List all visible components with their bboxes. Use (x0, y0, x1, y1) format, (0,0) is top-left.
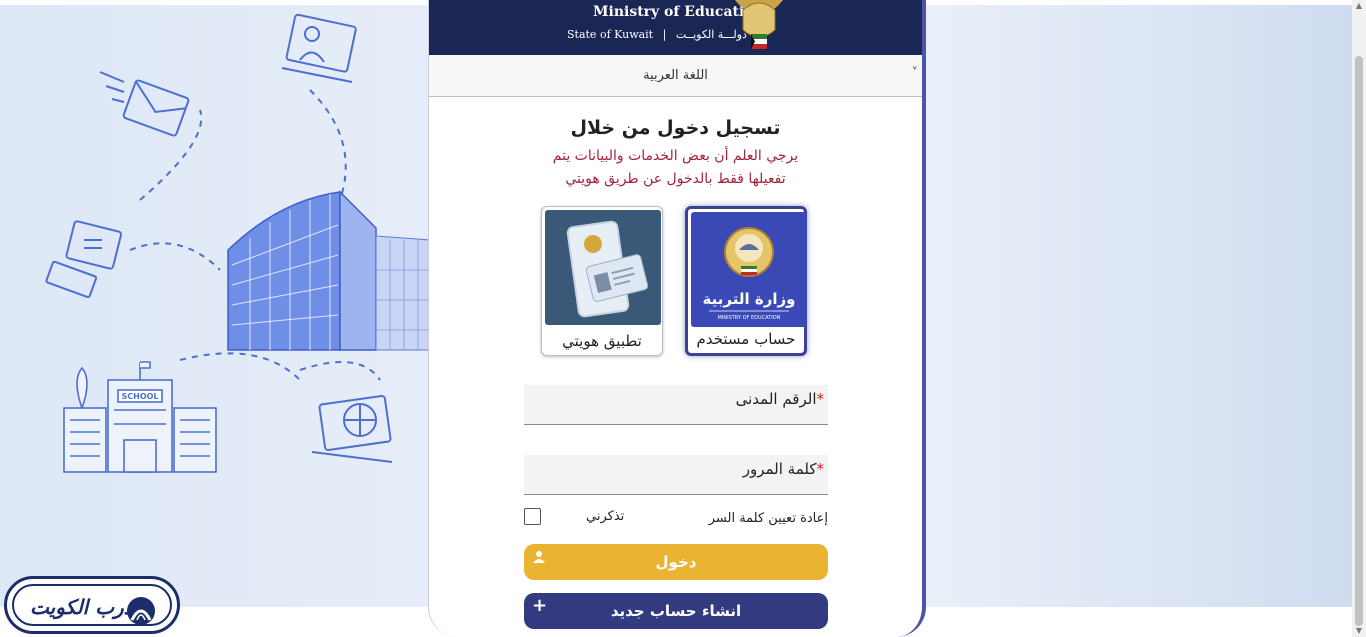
plus-icon: + (532, 595, 548, 616)
page-scrollbar[interactable]: ▲ ▼ (1352, 0, 1366, 637)
login-card: Ministry of Education State of Kuwait | … (428, 0, 926, 637)
auxiliary-row: إعادة تعيين كلمة السر تذكرني (524, 508, 828, 530)
school-sign: SCHOOL (121, 392, 158, 401)
ministry-logo-icon: وزارة التربية MINISTRY OF EDUCATION (691, 212, 807, 327)
reset-password-link[interactable]: إعادة تعيين كلمة السر (709, 511, 828, 526)
password-field[interactable]: *كلمة المرور (524, 455, 828, 495)
globe-laptop-icon (311, 395, 393, 463)
login-button-label: دخول (655, 553, 697, 571)
option-label: تطبيق هويتي (562, 332, 642, 350)
notice-line-2: تفعيلها فقط بالدخول عن طريق هويتي (565, 171, 786, 187)
school-building (63, 361, 217, 473)
option-user-account[interactable]: وزارة التربية MINISTRY OF EDUCATION حساب… (685, 206, 807, 356)
login-method-options: تطبيق هويتي وزارة التربية MINISTRY OF ED… (541, 206, 811, 356)
scroll-up-icon[interactable]: ▲ (1355, 2, 1363, 10)
remember-me-label: تذكرني (586, 509, 625, 524)
user-icon (533, 551, 545, 563)
brand-ar: وزارة التربية (703, 290, 796, 308)
remember-me[interactable]: تذكرني (524, 508, 624, 525)
computer-icon (45, 220, 123, 299)
register-button[interactable]: + انشاء حساب جديد (524, 593, 828, 629)
kuwait-emblem-icon (735, 0, 783, 49)
login-title: تسجيل دخول من خلال (570, 117, 781, 139)
remember-me-checkbox[interactable] (524, 508, 541, 525)
darb-alkuwait-logo: درب الكويت (4, 576, 180, 634)
scrollbar-thumb[interactable] (1355, 56, 1363, 626)
password-input[interactable] (524, 455, 828, 494)
option-label: حساب مستخدم (696, 330, 796, 348)
civil-id-input[interactable] (524, 385, 828, 424)
language-label: اللغة العربية (643, 68, 708, 83)
register-button-label: انشاء حساب جديد (610, 602, 742, 620)
state-en: State of Kuwait (567, 28, 654, 41)
notice-line-1: يرجي العلم أن بعض الخدمات والبيانات يتم (552, 148, 799, 164)
road-icon (127, 597, 155, 625)
education-illustration: SCHOOL (45, 13, 431, 473)
ministry-building (227, 190, 431, 351)
login-button[interactable]: دخول (524, 544, 828, 580)
logo-text: درب الكويت (30, 595, 133, 619)
scroll-down-icon[interactable]: ▼ (1355, 627, 1363, 635)
envelope-icon (99, 71, 190, 137)
ministry-header: Ministry of Education State of Kuwait | … (429, 0, 922, 55)
hawiyati-app-icon (545, 210, 661, 325)
language-selector[interactable]: اللغة العربية ˅ (429, 55, 922, 97)
option-hawiyati-app[interactable]: تطبيق هويتي (541, 206, 663, 356)
login-notice: يرجي العلم أن بعض الخدمات والبيانات يتم … (429, 145, 922, 191)
laptop-teacher-icon (281, 13, 357, 83)
civil-id-field[interactable]: *الرقم المدنى (524, 385, 828, 425)
state-separator: | (662, 28, 667, 41)
brand-en: MINISTRY OF EDUCATION (718, 315, 781, 321)
chevron-down-icon[interactable]: ˅ (912, 53, 919, 95)
state-line: State of Kuwait | دولـــة الكويــت (567, 28, 747, 41)
